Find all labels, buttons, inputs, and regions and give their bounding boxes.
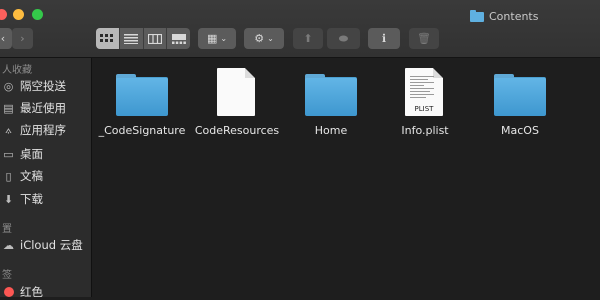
column-view-icon — [147, 33, 162, 44]
icloud-icon: ☁ — [3, 238, 14, 252]
gear-icon: ⚙ — [254, 32, 265, 45]
sidebar-item-label: 最近使用 — [20, 101, 66, 115]
folder-icon — [470, 9, 484, 22]
applications-icon: ⟑ — [5, 123, 12, 136]
chevron-down-icon: ⌄ — [220, 34, 228, 43]
forward-button[interactable]: › — [12, 28, 33, 49]
get-info-button[interactable]: ℹ — [368, 28, 400, 49]
list-view-button[interactable] — [120, 28, 144, 49]
window-title-label: Contents — [489, 10, 539, 23]
share-icon: ⬆ — [303, 32, 313, 45]
sidebar-item-label: 红色 — [20, 285, 43, 299]
info-icon: ℹ — [381, 32, 387, 45]
plist-badge: PLIST — [414, 105, 434, 113]
view-mode-control — [96, 28, 190, 49]
downloads-icon: ⬇ — [3, 192, 14, 206]
sidebar-section-tags: 签 — [2, 270, 12, 281]
sidebar-item-downloads[interactable]: ⬇ 下载 — [2, 191, 43, 207]
icon-view-button[interactable] — [96, 28, 120, 49]
minimize-window-button[interactable] — [13, 9, 24, 20]
documents-icon: ▯ — [5, 169, 12, 183]
sidebar-item-label: 下载 — [20, 192, 43, 206]
close-window-button[interactable] — [0, 9, 7, 20]
file-browser: _CodeSignature CodeResources Home PLIST … — [92, 58, 600, 297]
folder-icon — [305, 74, 357, 116]
sidebar: 人收藏 ◎ 隔空投送 ▤ 最近使用 ⟑ 应用程序 ▭ 桌面 ▯ 文稿 ⬇ 下载 … — [0, 58, 92, 300]
sidebar-item-label: iCloud 云盘 — [20, 238, 83, 252]
zoom-window-button[interactable] — [32, 9, 43, 20]
desktop-icon: ▭ — [3, 147, 14, 161]
sidebar-item-applications[interactable]: ⟑ 应用程序 — [2, 122, 66, 138]
group-icon: ▦ — [206, 32, 218, 45]
back-button[interactable]: ‹ — [0, 28, 12, 49]
sidebar-section-locations: 置 — [2, 224, 12, 235]
document-icon — [217, 68, 255, 116]
sidebar-item-desktop[interactable]: ▭ 桌面 — [2, 146, 43, 162]
action-menu-button[interactable]: ⚙ ⌄ — [244, 28, 284, 49]
sidebar-item-label: 文稿 — [20, 169, 43, 183]
sidebar-item-label: 应用程序 — [20, 123, 66, 137]
move-to-trash-button[interactable]: 🗑 — [409, 28, 439, 49]
chevron-left-icon: ‹ — [0, 32, 6, 45]
folder-icon — [116, 74, 168, 116]
share-button[interactable]: ⬆ — [293, 28, 323, 49]
column-view-button[interactable] — [144, 28, 168, 49]
airdrop-icon: ◎ — [3, 79, 14, 93]
sidebar-item-recents[interactable]: ▤ 最近使用 — [2, 100, 66, 116]
sidebar-item-red-tag[interactable]: 红色 — [2, 284, 43, 300]
sidebar-item-label: 隔空投送 — [20, 79, 66, 93]
chevron-down-icon: ⌄ — [267, 34, 274, 43]
gallery-view-icon — [171, 33, 186, 44]
sidebar-item-icloud[interactable]: ☁ iCloud 云盘 — [2, 237, 83, 253]
gallery-view-button[interactable] — [167, 28, 190, 49]
sidebar-section-favorites: 人收藏 — [2, 65, 32, 76]
plist-file-icon: PLIST — [405, 68, 443, 116]
tag-icon: ⬬ — [338, 31, 349, 45]
tags-button[interactable]: ⬬ — [327, 28, 360, 49]
recents-icon: ▤ — [3, 101, 14, 115]
sidebar-item-label: 桌面 — [20, 147, 43, 161]
group-by-button[interactable]: ▦ ⌄ — [198, 28, 236, 49]
folder-icon — [494, 74, 546, 116]
sidebar-item-airdrop[interactable]: ◎ 隔空投送 — [2, 78, 66, 94]
window-title: Contents — [470, 9, 539, 23]
chevron-right-icon: › — [20, 32, 25, 45]
sidebar-item-documents[interactable]: ▯ 文稿 — [2, 168, 43, 184]
file-name: MacOS — [501, 124, 539, 137]
icon-view-icon — [100, 33, 114, 42]
trash-icon: 🗑 — [417, 32, 431, 45]
window-titlebar: Contents ‹ › ▦ ⌄ ⚙ ⌄ ⬆ ⬬ ℹ 🗑 — [0, 0, 600, 58]
list-view-icon — [124, 33, 139, 44]
